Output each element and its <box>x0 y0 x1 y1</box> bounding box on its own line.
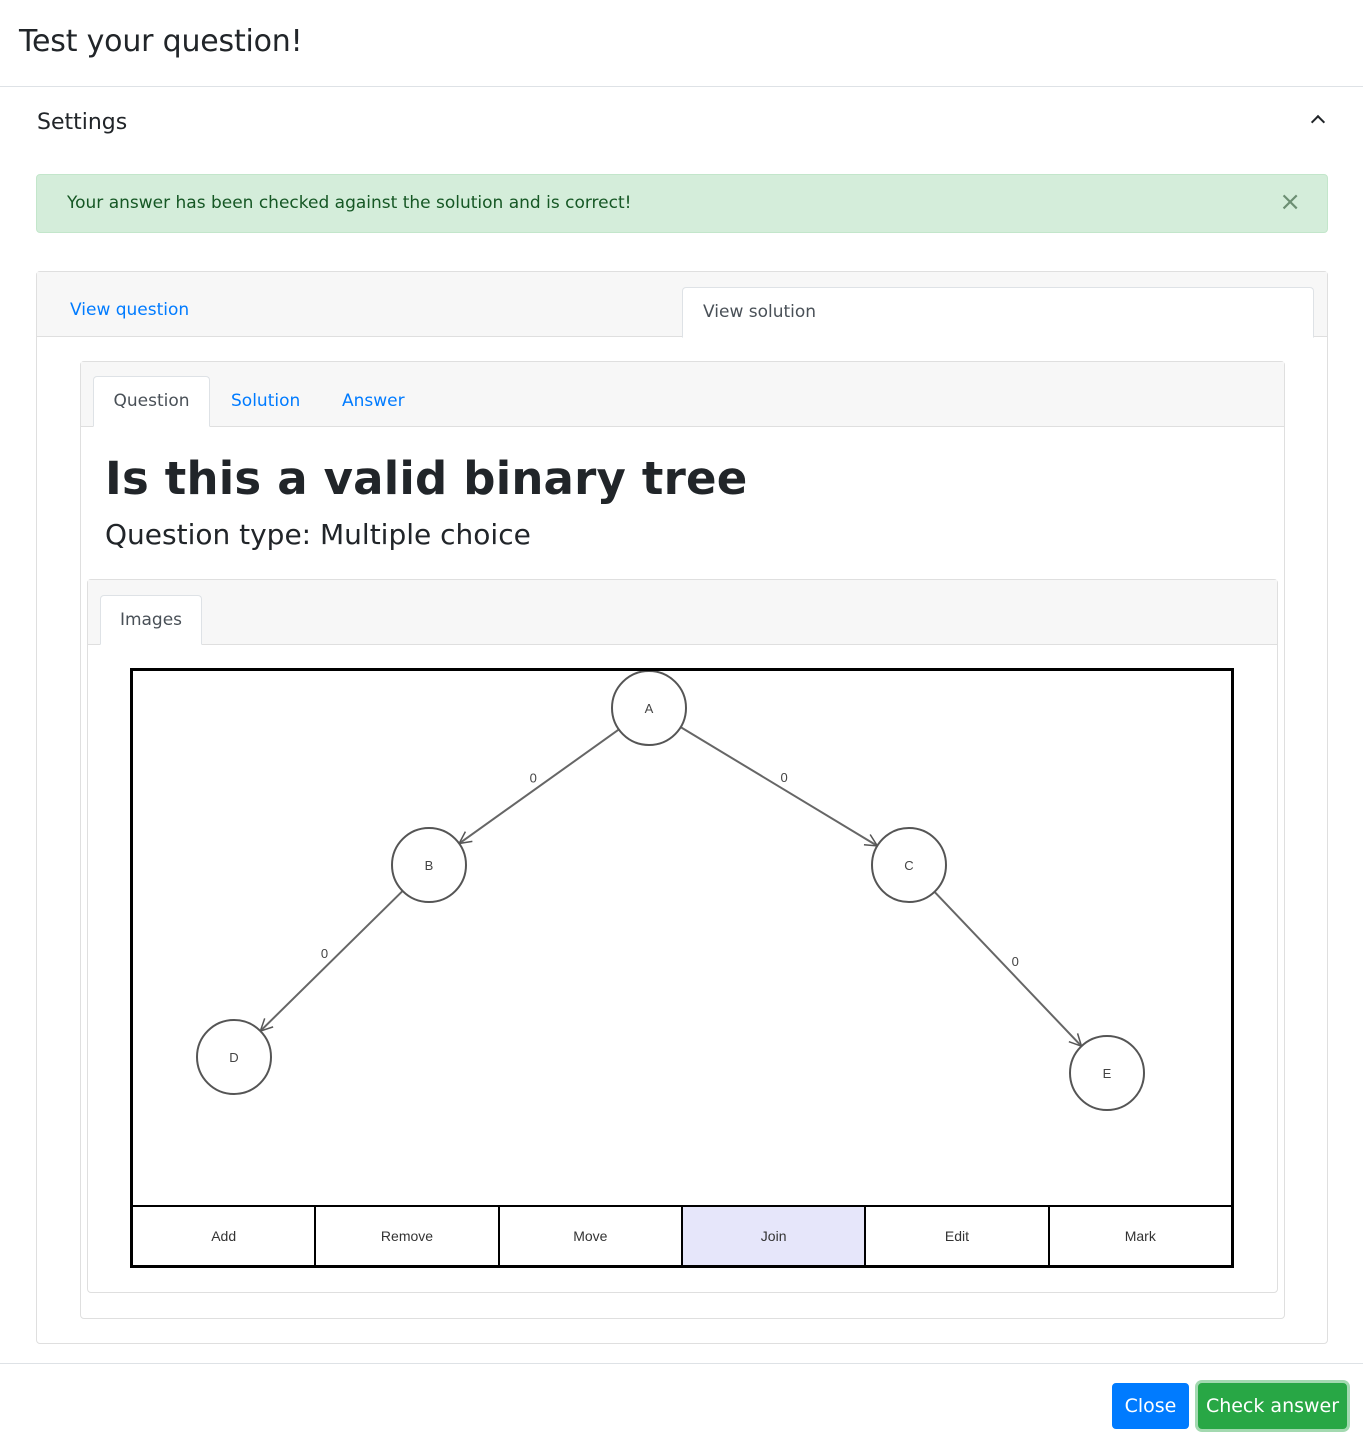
remove-button[interactable]: Remove <box>316 1207 500 1265</box>
solution-card: Question Solution Answer Is this a valid… <box>80 361 1285 1319</box>
graph-toolbar: Add Remove Move Join Edit Mark <box>133 1205 1231 1265</box>
edge-B-D[interactable] <box>260 890 404 1031</box>
chevron-up-icon[interactable] <box>1310 114 1326 130</box>
settings-title: Settings <box>37 110 128 135</box>
tab-view-question[interactable]: View question <box>70 286 189 337</box>
question-type: Question type: Multiple choice <box>105 518 531 551</box>
edge-A-B[interactable] <box>459 728 620 843</box>
tab-question[interactable]: Question <box>93 376 210 427</box>
modal-header: Test your question! <box>0 0 1363 87</box>
view-card: View question View solution Question Sol… <box>36 271 1328 1344</box>
success-alert: Your answer has been checked against the… <box>36 174 1328 233</box>
tab-view-solution[interactable]: View solution <box>682 287 1314 338</box>
tree-diagram[interactable]: 0 0 0 0 A B C D E <box>133 671 1231 1205</box>
edge-C-E[interactable] <box>933 891 1082 1046</box>
tab-answer[interactable]: Answer <box>342 377 405 427</box>
edit-button[interactable]: Edit <box>866 1207 1050 1265</box>
solution-tabs: Question Solution Answer <box>81 362 1284 427</box>
settings-header[interactable]: Settings <box>37 108 1329 142</box>
join-button[interactable]: Join <box>682 1207 867 1265</box>
edge-weight-label: 0 <box>1012 954 1019 969</box>
tree-node-d[interactable]: D <box>196 1019 272 1095</box>
images-tabs: Images <box>88 580 1277 645</box>
add-button[interactable]: Add <box>133 1207 317 1265</box>
node-label: C <box>904 858 913 873</box>
check-answer-button[interactable]: Check answer <box>1198 1383 1347 1429</box>
tree-node-b[interactable]: B <box>391 827 467 903</box>
tree-node-e[interactable]: E <box>1069 1035 1145 1111</box>
view-tabs: View question View solution <box>37 272 1327 338</box>
close-icon[interactable]: × <box>1279 189 1301 215</box>
mark-button[interactable]: Mark <box>1049 1207 1231 1265</box>
tree-node-c[interactable]: C <box>871 827 947 903</box>
close-button[interactable]: Close <box>1112 1383 1189 1429</box>
node-label: B <box>425 858 434 873</box>
question-title: Is this a valid binary tree <box>105 452 748 505</box>
node-label: D <box>229 1050 238 1065</box>
node-label: E <box>1103 1066 1112 1081</box>
edge-weight-label: 0 <box>781 770 788 785</box>
modal-title: Test your question! <box>19 24 303 59</box>
edge-weight-label: 0 <box>321 946 328 961</box>
tree-node-a[interactable]: A <box>611 671 687 746</box>
tab-solution[interactable]: Solution <box>231 377 300 427</box>
edge-A-C[interactable] <box>680 726 878 846</box>
tab-images[interactable]: Images <box>100 595 202 645</box>
move-button[interactable]: Move <box>499 1207 683 1265</box>
node-label: A <box>645 701 654 716</box>
tree-canvas[interactable]: 0 0 0 0 A B C D E Add Remove Move Join Edit Mar… <box>130 668 1234 1268</box>
edge-weight-label: 0 <box>530 770 537 785</box>
images-card: Images 0000 ABCDE Add Remove Move Join E… <box>87 579 1278 1293</box>
alert-message: Your answer has been checked against the… <box>67 193 632 213</box>
modal-footer: Close Check answer <box>0 1363 1363 1441</box>
